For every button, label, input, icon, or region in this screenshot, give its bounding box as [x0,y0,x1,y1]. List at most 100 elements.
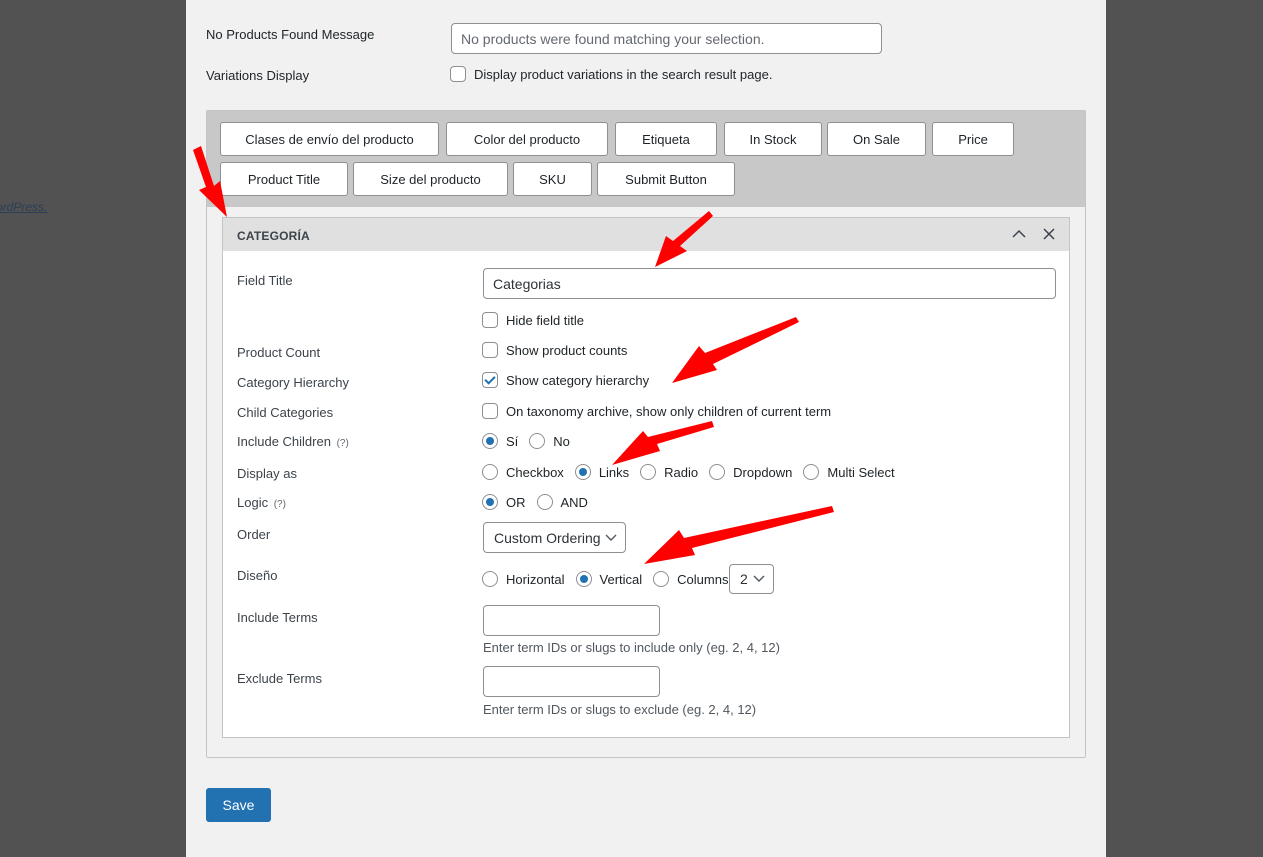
exclude-terms-input[interactable] [483,666,660,697]
exclude-terms-description: Enter term IDs or slugs to exclude (eg. … [483,702,757,717]
display-as-radio-group: Checkbox Links Radio Dropdown Multi Sele… [482,464,906,480]
category-hierarchy-label: Category Hierarchy [237,375,349,390]
design-radio-horizontal[interactable] [482,571,498,587]
close-icon[interactable] [1041,226,1057,242]
include-children-label-text: Include Children [237,434,331,449]
variations-display-checkbox[interactable] [450,66,466,82]
product-count-option-label: Show product counts [506,342,628,358]
include-children-help-icon[interactable]: (?) [337,438,349,449]
design-option-vertical[interactable]: Vertical [575,571,643,587]
field-button-product-title[interactable]: Product Title [220,162,348,196]
logic-option-or[interactable]: OR [482,494,526,510]
chevron-down-icon [605,534,617,541]
design-option-label: Vertical [599,571,643,587]
variations-display-checkbox-label: Display product variations in the search… [474,66,773,82]
save-button[interactable]: Save [206,788,271,822]
columns-select-value: 2 [740,571,748,587]
display-as-option-radio[interactable]: Radio [640,464,698,480]
field-button-price[interactable]: Price [932,122,1014,156]
include-children-radio-si[interactable] [482,433,498,449]
design-option-columns[interactable]: Columns [653,571,728,587]
include-children-option-label: No [553,433,570,449]
child-categories-checkbox[interactable] [482,403,498,419]
columns-select[interactable]: 2 [729,564,774,594]
display-as-option-label: Dropdown [733,464,793,480]
design-option-label: Columns [677,571,729,587]
include-children-option-si[interactable]: Sí [482,433,518,449]
design-radio-vertical[interactable] [575,571,592,587]
exclude-terms-label: Exclude Terms [237,671,323,686]
display-as-option-label: Radio [664,464,699,480]
wordpress-footer-link[interactable]: ordPress. [0,200,47,214]
include-terms-label: Include Terms [237,610,318,625]
include-children-radio-no[interactable] [529,433,546,449]
panel-title: CATEGORÍA [237,229,310,243]
display-as-radio-links[interactable] [574,464,591,480]
child-categories-option-label: On taxonomy archive, show only children … [506,403,832,419]
design-radio-columns[interactable] [653,571,670,587]
include-children-option-no[interactable]: No [529,433,570,449]
variations-display-label: Variations Display [206,68,310,83]
logic-option-and[interactable]: AND [536,494,588,510]
display-as-label: Display as [237,466,297,481]
logic-radio-group: OR AND [482,494,599,510]
product-count-label: Product Count [237,345,321,360]
field-button-shipping-classes[interactable]: Clases de envío del producto [220,122,439,156]
logic-option-label: AND [560,494,588,510]
field-button-in-stock[interactable]: In Stock [724,122,822,156]
display-as-option-checkbox[interactable]: Checkbox [482,464,564,480]
product-count-option: Show product counts [482,342,627,358]
design-label: Diseño [237,568,278,583]
display-as-radio-checkbox[interactable] [482,464,498,480]
display-as-option-label: Links [598,464,630,480]
collapse-icon[interactable] [1011,226,1027,242]
logic-option-label: OR [506,494,526,510]
order-select-value: Custom Ordering [494,529,601,546]
panel-header[interactable]: CATEGORÍA [223,218,1069,251]
display-as-option-label: Multi Select [827,464,895,480]
display-as-option-label: Checkbox [506,464,564,480]
field-title-input[interactable] [483,268,1056,299]
chevron-down-icon [753,575,765,582]
product-count-checkbox[interactable] [482,342,498,358]
field-button-sku[interactable]: SKU [513,162,592,196]
field-button-product-color[interactable]: Color del producto [446,122,608,156]
design-option-horizontal[interactable]: Horizontal [482,571,565,587]
category-hierarchy-option: Show category hierarchy [482,372,649,388]
category-hierarchy-checkbox[interactable] [482,372,498,388]
logic-radio-and[interactable] [536,494,553,510]
display-as-radio-dropdown[interactable] [709,464,726,480]
include-children-radio-group: Sí No [482,433,581,449]
design-radio-group: Horizontal Vertical Columns [482,571,732,587]
display-as-option-links[interactable]: Links [574,464,630,480]
variations-display-option: Display product variations in the search… [450,66,772,82]
display-as-option-multi-select[interactable]: Multi Select [803,464,895,480]
include-terms-input[interactable] [483,605,660,636]
category-hierarchy-option-label: Show category hierarchy [506,372,650,388]
display-as-radio-multi-select[interactable] [803,464,820,480]
field-title-label: Field Title [237,273,293,288]
hide-field-title-checkbox[interactable] [482,312,498,328]
field-button-submit[interactable]: Submit Button [597,162,735,196]
category-field-panel: CATEGORÍA Field Title Hide field title P… [222,217,1070,738]
child-categories-label: Child Categories [237,405,334,420]
order-select[interactable]: Custom Ordering [483,522,626,553]
settings-page: No Products Found Message Variations Dis… [186,0,1106,857]
no-products-message-input[interactable] [451,23,882,54]
child-categories-option: On taxonomy archive, show only children … [482,403,831,419]
logic-radio-or[interactable] [482,494,498,510]
logic-label: Logic (?) [237,495,286,510]
no-products-label: No Products Found Message [206,27,375,42]
field-button-on-sale[interactable]: On Sale [827,122,926,156]
hide-field-title-label: Hide field title [506,312,585,328]
order-label: Order [237,527,271,542]
include-children-option-label: Sí [506,433,519,449]
logic-label-text: Logic [237,495,269,510]
display-as-option-dropdown[interactable]: Dropdown [709,464,792,480]
hide-field-title-option: Hide field title [482,312,584,328]
logic-help-icon[interactable]: (?) [274,499,286,510]
field-button-product-size[interactable]: Size del producto [353,162,508,196]
field-button-tag[interactable]: Etiqueta [615,122,717,156]
include-terms-description: Enter term IDs or slugs to include only … [483,640,780,655]
display-as-radio-radio[interactable] [640,464,657,480]
